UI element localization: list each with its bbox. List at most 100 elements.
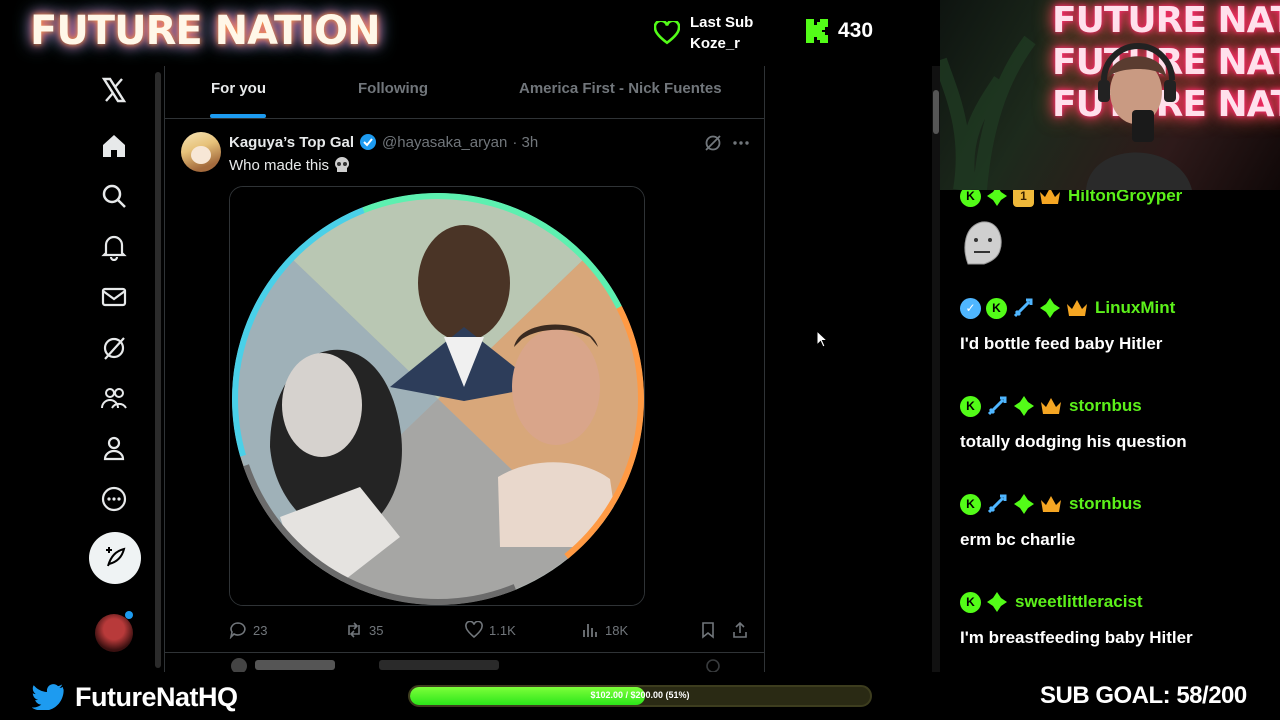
kick-sub-badge-icon: K <box>960 190 981 207</box>
tweet-text-content: Who made this <box>229 156 330 174</box>
verified-badge-icon: ✓ <box>960 297 981 319</box>
streamer-silhouette <box>1086 43 1192 190</box>
chat-message: ✓ K LinuxMint I'd bottle feed baby Hitle… <box>960 296 1175 354</box>
stream-chat: K 1 HiltonGroyper ✓ K LinuxMint I'd bott… <box>940 190 1280 672</box>
stream-bottom-bar: FutureNatHQ $102.00 / $200.00 (51%) SUB … <box>0 672 1280 720</box>
verified-badge-icon <box>360 134 377 150</box>
kick-follower-count: 430 <box>804 18 873 44</box>
views-button[interactable]: 18K <box>581 621 628 639</box>
stream-brand-logo: FUTURE NATION <box>30 8 381 54</box>
feather-plus-icon <box>106 547 126 567</box>
like-heart-icon <box>465 621 483 639</box>
notifications-bell-icon[interactable] <box>100 233 128 262</box>
bookmark-icon <box>702 622 714 639</box>
tab-list-america-first[interactable]: America First - Nick Fuentes <box>519 80 722 97</box>
chat-message: K 1 HiltonGroyper <box>960 190 1182 273</box>
nav-scrollbar[interactable] <box>155 72 161 668</box>
messages-envelope-icon[interactable] <box>100 283 128 311</box>
repost-icon <box>348 622 360 638</box>
skull-emoji-icon <box>335 157 350 172</box>
grok-explain-icon[interactable] <box>703 133 723 153</box>
chat-badges: ✓ K LinuxMint <box>960 296 1175 320</box>
last-sub-name: Koze_r <box>690 35 741 52</box>
donation-goal-bar: $102.00 / $200.00 (51%) <box>408 685 872 707</box>
share-button[interactable] <box>731 621 749 639</box>
chat-badges: K sweetlittleracist <box>960 590 1193 614</box>
npc-emote <box>964 221 1002 265</box>
tweet[interactable]: Kaguya’s Top Gal @hayasaka_aryan · 3h Wh… <box>165 119 765 653</box>
next-tweet-fragment <box>231 658 720 672</box>
crown-badge-icon <box>1067 300 1087 316</box>
webcam-feed: FUTURE NATION FUTURE NATION FUTURE NATIO… <box>940 0 1280 190</box>
chat-message: K sweetlittleracist I'm breastfeeding ba… <box>960 590 1193 648</box>
x-left-nav <box>82 66 148 672</box>
crown-badge-icon <box>1040 190 1060 204</box>
gem-badge-icon <box>1040 298 1060 318</box>
tweet-text: Who made this <box>229 156 351 174</box>
views-chart-icon <box>583 624 597 637</box>
crown-badge-icon <box>1041 496 1061 512</box>
compose-post-button[interactable] <box>89 532 141 584</box>
chat-message-text: I'm breastfeeding baby Hitler <box>960 628 1193 647</box>
page-scrollbar[interactable] <box>932 66 940 672</box>
like-button[interactable]: 1.1K <box>465 621 516 639</box>
tweet-author-avatar[interactable] <box>181 132 221 172</box>
chat-message-text: totally dodging his question <box>960 432 1187 451</box>
tweet-timestamp[interactable]: · 3h <box>512 134 538 151</box>
tab-for-you[interactable]: For you <box>211 80 266 97</box>
reply-button[interactable]: 23 <box>229 621 267 639</box>
background-plant <box>940 35 1036 190</box>
bookmark-button[interactable] <box>699 621 717 639</box>
grok-icon[interactable] <box>100 334 128 362</box>
x-timeline: For you Following America First - Nick F… <box>164 66 765 672</box>
neon-line-1: FUTURE NATION <box>1052 0 1280 41</box>
last-sub-label: Last Sub <box>690 14 754 31</box>
chat-message: K stornbus totally dodging his question <box>960 394 1187 452</box>
tweet-more-icon[interactable] <box>731 133 751 153</box>
chat-badges: K stornbus <box>960 492 1142 516</box>
tab-following[interactable]: Following <box>358 80 428 97</box>
chat-message: K stornbus erm bc charlie <box>960 492 1142 550</box>
sub-goal-text: SUB GOAL: 58/200 <box>1040 682 1247 709</box>
stream-top-bar: FUTURE NATION Last Sub Koze_r 430 <box>0 0 940 66</box>
tweet-media-image[interactable] <box>229 186 645 606</box>
account-notification-dot <box>125 611 133 619</box>
x-logo-icon[interactable] <box>100 76 128 104</box>
timeline-tabs: For you Following America First - Nick F… <box>165 66 765 119</box>
kick-sub-badge-icon: K <box>960 395 981 417</box>
gem-badge-icon <box>987 592 1007 612</box>
next-tweet-preview[interactable] <box>165 656 765 672</box>
chat-username[interactable]: HiltonGroyper <box>1068 190 1182 206</box>
x-browser-window: For you Following America First - Nick F… <box>0 66 940 672</box>
donation-goal-text: $102.00 / $200.00 (51%) <box>590 690 690 700</box>
more-circle-icon[interactable] <box>100 485 128 513</box>
chat-username[interactable]: stornbus <box>1069 494 1142 514</box>
tweet-author-name[interactable]: Kaguya’s Top Gal <box>229 134 354 151</box>
account-avatar[interactable] <box>95 614 133 652</box>
views-count: 18K <box>605 622 629 638</box>
gem-badge-icon <box>987 190 1007 206</box>
like-count: 1.1K <box>489 622 516 638</box>
home-icon[interactable] <box>100 132 128 160</box>
page-scrollbar-thumb[interactable] <box>933 90 939 134</box>
mouse-cursor-icon <box>816 330 828 348</box>
crown-badge-icon <box>1041 398 1061 414</box>
chat-username[interactable]: sweetlittleracist <box>1015 592 1143 612</box>
communities-icon[interactable] <box>100 384 128 412</box>
chat-username[interactable]: LinuxMint <box>1095 298 1175 318</box>
gem-badge-icon <box>1014 396 1034 416</box>
share-icon <box>733 621 747 638</box>
profile-icon[interactable] <box>100 434 128 462</box>
reply-count: 23 <box>253 622 268 638</box>
search-icon[interactable] <box>100 182 128 210</box>
last-sub-widget: Last Sub Koze_r <box>654 12 753 54</box>
reply-icon <box>229 622 246 639</box>
tweet-author-handle[interactable]: @hayasaka_aryan <box>382 134 507 151</box>
twitter-bird-icon <box>32 684 64 710</box>
tweet-header: Kaguya’s Top Gal @hayasaka_aryan · 3h <box>229 133 538 151</box>
repost-button[interactable]: 35 <box>345 621 383 639</box>
sword-badge-icon <box>1013 298 1033 318</box>
chat-username[interactable]: stornbus <box>1069 396 1142 416</box>
gem-badge-icon <box>1014 494 1034 514</box>
kick-sub-badge-icon: K <box>960 493 981 515</box>
